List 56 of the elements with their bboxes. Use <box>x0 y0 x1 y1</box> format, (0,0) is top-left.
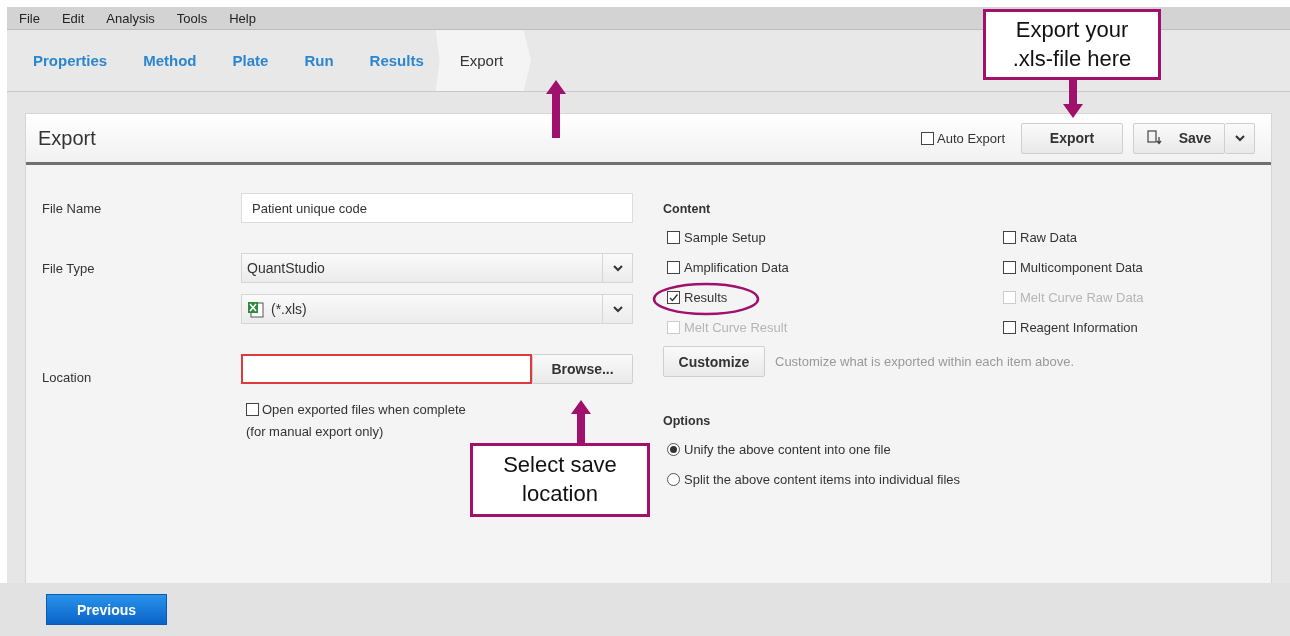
field-label: File Type <box>42 260 96 278</box>
checkbox-label: Sample Setup <box>684 229 766 245</box>
tab[interactable]: Export <box>435 30 532 91</box>
note-text: (for manual export only) <box>246 424 385 439</box>
menu-item[interactable]: File <box>19 10 40 26</box>
checkbox[interactable] <box>667 290 680 304</box>
checkbox[interactable] <box>1003 260 1016 274</box>
save-button[interactable]: Save <box>1133 122 1225 154</box>
menu-item[interactable]: Analysis <box>106 10 155 26</box>
menu-item[interactable]: Help <box>229 10 256 26</box>
checkbox[interactable] <box>667 230 680 244</box>
file-type-dropdown[interactable]: QuantStudio <box>241 253 633 283</box>
location-field[interactable] <box>241 354 532 384</box>
checkbox-label: Melt Curve Raw Data <box>1020 289 1144 305</box>
menu-item[interactable]: Tools <box>176 10 208 26</box>
checkbox[interactable] <box>1003 230 1016 244</box>
arrow <box>571 400 591 444</box>
radio-label: Unify the above content into one file <box>684 442 891 457</box>
dropdown-button[interactable] <box>1225 122 1255 154</box>
checkbox-label: Reagent Information <box>1020 319 1138 335</box>
radio-button[interactable] <box>667 473 680 486</box>
radio-button[interactable] <box>667 443 680 456</box>
arrow <box>1063 80 1083 118</box>
chevron-down-icon <box>1234 134 1245 142</box>
panel-title: Export <box>38 126 96 150</box>
export-button[interactable]: Export <box>1021 122 1123 154</box>
callout-text: Select save location <box>470 443 650 517</box>
checkbox-label: Raw Data <box>1020 229 1078 245</box>
checkbox[interactable] <box>1003 320 1016 334</box>
file-name-field[interactable]: Patient unique code <box>241 193 633 223</box>
chevron-down-icon <box>612 264 623 272</box>
checkbox-label: Multicomponent Data <box>1020 259 1143 275</box>
radio-label: Split the above content items into individual files <box>684 472 961 487</box>
checkbox[interactable] <box>921 131 935 145</box>
file-format-dropdown[interactable]: (*.xls) <box>241 294 633 324</box>
browse-button[interactable]: Browse... <box>532 354 633 384</box>
section-title: Content <box>663 202 712 216</box>
field-label: Location <box>42 369 93 385</box>
checkbox[interactable] <box>246 403 259 416</box>
previous-button[interactable]: Previous <box>46 594 167 625</box>
hint-text: Customize what is exported within each item above. <box>775 354 1075 369</box>
checkbox-label: Open exported files when complete <box>262 402 466 417</box>
field-label: File Name <box>42 200 103 218</box>
save-icon <box>1146 130 1163 146</box>
checkbox-label: Amplification Data <box>684 259 789 275</box>
chevron-down-icon <box>612 305 623 313</box>
section-title: Options <box>663 414 712 428</box>
checkbox[interactable] <box>667 260 680 274</box>
callout-text: Export your .xls-file here <box>983 9 1161 80</box>
checkbox-label: Auto Export <box>937 130 1005 146</box>
spreadsheet-icon <box>247 300 265 318</box>
menu-item[interactable]: Edit <box>61 10 85 26</box>
arrow <box>546 80 566 138</box>
customize-button[interactable]: Customize <box>663 346 765 377</box>
checkbox-label: Melt Curve Result <box>684 319 788 335</box>
checkbox-label: Results <box>684 289 728 305</box>
